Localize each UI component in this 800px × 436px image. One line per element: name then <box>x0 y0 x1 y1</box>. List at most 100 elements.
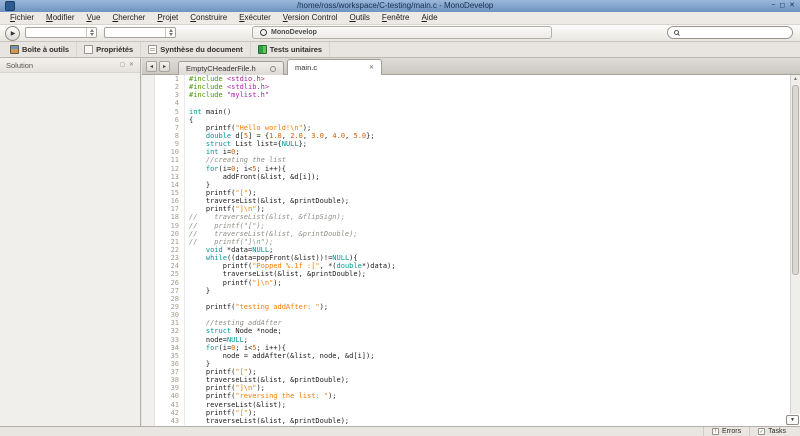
dock-item-bo-te-outils[interactable]: Boîte à outils <box>3 42 77 57</box>
menu-item-ex-cuter[interactable]: Exécuter <box>233 12 277 24</box>
tab-main-c[interactable]: main.c✕ <box>287 59 382 75</box>
menu-item-chercher[interactable]: Chercher <box>106 12 151 24</box>
menu-item-projet[interactable]: Projet <box>151 12 184 24</box>
code-line-text: // printf("]\n"); <box>189 238 273 246</box>
code-line: 27 } <box>155 287 790 295</box>
code-line: 23 while((data=popFront(&list))!=NULL){ <box>155 254 790 262</box>
status-bar: ! Errors ✓ Tasks <box>0 426 800 436</box>
tab-close-icon[interactable] <box>270 66 276 72</box>
menu-item-fen-tre[interactable]: Fenêtre <box>376 12 416 24</box>
code-line: 20// traverseList(&list, &printDouble); <box>155 230 790 238</box>
dock-item-label: Propriétés <box>96 45 133 54</box>
code-line-text: reverseList(&list); <box>189 401 286 409</box>
code-line: 31 //testing addAfter <box>155 319 790 327</box>
code-line-text: node = addAfter(&list, node, &d[i]); <box>189 352 374 360</box>
vertical-scrollbar[interactable]: ▲ <box>790 75 800 414</box>
maximize-icon[interactable]: ◻ <box>779 0 785 12</box>
code-line-text: struct List list={NULL}; <box>189 140 307 148</box>
code-line: 22 void *data=NULL; <box>155 246 790 254</box>
code-line-text: int i=0; <box>189 148 240 156</box>
line-number: 2 <box>155 83 185 91</box>
menu-item-aide[interactable]: Aide <box>416 12 444 24</box>
errors-button[interactable]: ! Errors <box>703 427 749 436</box>
line-number: 23 <box>155 254 185 262</box>
breakpoint-margin[interactable] <box>142 75 155 426</box>
code-line-text: // printf("["); <box>189 222 265 230</box>
code-line: 13 addFront(&list, &d[i]); <box>155 173 790 181</box>
line-number: 15 <box>155 189 185 197</box>
code-line-text: } <box>189 181 210 189</box>
minimize-icon[interactable]: − <box>771 0 775 12</box>
tab-emptycheaderfile-h[interactable]: EmptyCHeaderFile.h <box>178 61 284 75</box>
line-number: 9 <box>155 140 185 148</box>
code-line-text: } <box>189 360 210 368</box>
search-input[interactable] <box>667 26 793 39</box>
menu-item-outils[interactable]: Outils <box>343 12 375 24</box>
line-number: 39 <box>155 384 185 392</box>
dock-item-tests-unitaires[interactable]: Tests unitaires <box>251 42 330 57</box>
app-icon <box>5 1 15 11</box>
code-line: 40 printf("reversing the list: "); <box>155 392 790 400</box>
dock-item-propri-t-s[interactable]: Propriétés <box>77 42 141 57</box>
code-line: 25 traverseList(&list, &printDouble); <box>155 270 790 278</box>
code-line: 29 printf("testing addAfter: "); <box>155 303 790 311</box>
errors-icon: ! <box>712 428 719 435</box>
line-number: 26 <box>155 279 185 287</box>
code-editor[interactable]: 1#include <stdio.h>2#include <stdlib.h>3… <box>142 75 790 426</box>
code-line: 5int main() <box>155 108 790 116</box>
code-line-text: printf("]\n"); <box>189 205 265 213</box>
menu-item-construire[interactable]: Construire <box>184 12 233 24</box>
dock-bar: Boîte à outils Propriétés Synthèse du docu… <box>0 42 800 58</box>
code-line: 28 <box>155 295 790 303</box>
line-number: 22 <box>155 246 185 254</box>
menu-item-version-control[interactable]: Version Control <box>277 12 344 24</box>
quick-task-dropdown[interactable]: ▼ <box>786 415 799 425</box>
code-line-text: for(i=0; i<5; i++){ <box>189 165 286 173</box>
menu-item-fichier[interactable]: Fichier <box>4 12 40 24</box>
target-combobox[interactable] <box>104 27 176 38</box>
line-number: 28 <box>155 295 185 303</box>
code-line: 11 //creating the list <box>155 156 790 164</box>
line-number: 16 <box>155 197 185 205</box>
scrollbar-thumb[interactable] <box>792 85 799 275</box>
line-number: 41 <box>155 401 185 409</box>
configuration-combobox[interactable] <box>25 27 97 38</box>
line-number: 27 <box>155 287 185 295</box>
code-line-text: //testing addAfter <box>189 319 282 327</box>
code-line-text: // traverseList(&list, &flipSign); <box>189 213 345 221</box>
scroll-up-icon[interactable]: ▲ <box>791 75 800 83</box>
run-button[interactable]: ▶ <box>5 26 20 41</box>
tasks-button[interactable]: ✓ Tasks <box>749 427 794 436</box>
line-number: 4 <box>155 99 185 107</box>
menu-item-modifier[interactable]: Modifier <box>40 12 80 24</box>
close-icon[interactable]: ✕ <box>789 0 795 12</box>
code-line: 16 traverseList(&list, &printDouble); <box>155 197 790 205</box>
code-line-text: { <box>189 116 193 124</box>
line-number: 7 <box>155 124 185 132</box>
code-line-text: #include <stdio.h> <box>189 75 265 83</box>
status-display: MonoDevelop <box>252 26 552 39</box>
code-line: 9 struct List list={NULL}; <box>155 140 790 148</box>
dock-item-synth-se-du-document[interactable]: Synthèse du document <box>141 42 251 57</box>
dock-icon[interactable]: ◻ <box>120 58 125 72</box>
line-number: 1 <box>155 75 185 83</box>
menu-bar: FichierModifierVueChercherProjetConstrui… <box>0 12 800 25</box>
solution-tree[interactable] <box>0 73 140 426</box>
search-icon <box>674 30 679 35</box>
line-number: 11 <box>155 156 185 164</box>
code-line-text: printf("]\n"); <box>189 384 265 392</box>
code-line-text: //creating the list <box>189 156 286 164</box>
tab-close-icon[interactable]: ✕ <box>369 64 374 71</box>
tab-prev-button[interactable]: ◂ <box>146 61 157 72</box>
line-number: 14 <box>155 181 185 189</box>
tab-next-button[interactable]: ▸ <box>159 61 170 72</box>
code-line-text: traverseList(&list, &printDouble); <box>189 270 366 278</box>
code-line-text: struct Node *node; <box>189 327 282 335</box>
solution-pad: Solution ◻ ✕ <box>0 58 141 426</box>
title-bar[interactable]: /home/ross/workspace/C-testing/main.c - … <box>0 0 800 12</box>
code-line: 21// printf("]\n"); <box>155 238 790 246</box>
menu-item-vue[interactable]: Vue <box>80 12 106 24</box>
close-pad-icon[interactable]: ✕ <box>129 58 134 72</box>
line-number: 13 <box>155 173 185 181</box>
code-line-text: for(i=0; i<5; i++){ <box>189 344 286 352</box>
